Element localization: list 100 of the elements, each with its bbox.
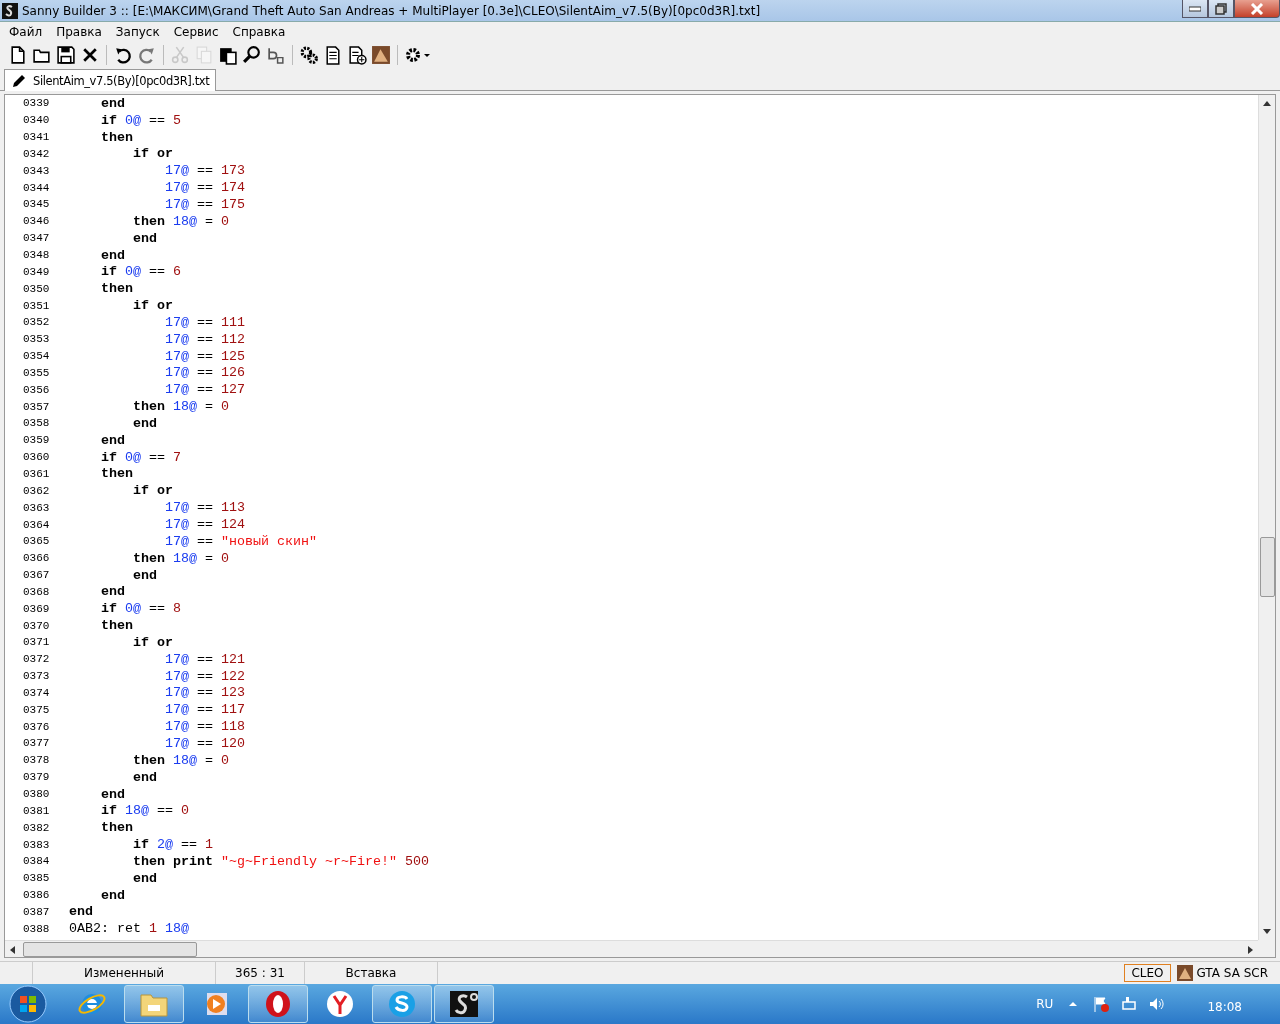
minimize-button[interactable] xyxy=(1182,0,1208,18)
vertical-scrollbar[interactable] xyxy=(1258,95,1275,940)
skype-s-icon xyxy=(387,989,417,1019)
line-number: 0349 xyxy=(22,265,51,278)
line-number: 0378 xyxy=(22,754,51,767)
scroll-thumb[interactable] xyxy=(1260,537,1275,597)
code-line: 17@ == 174 xyxy=(163,180,245,196)
line-number: 0363 xyxy=(22,501,51,514)
app-logo-icon xyxy=(2,2,18,19)
toolbar-button[interactable] xyxy=(218,45,238,65)
line-number: 0388 xyxy=(22,922,51,935)
file-tab[interactable]: SilentAim_v7.5(By)[0pc0d3R].txt xyxy=(4,69,217,91)
restore-button[interactable] xyxy=(1208,0,1234,18)
code-line: if or xyxy=(132,483,173,499)
toolbar-button[interactable] xyxy=(113,45,133,65)
line-number: 0358 xyxy=(22,417,51,430)
code-line: if or xyxy=(132,298,173,314)
line-number: 0360 xyxy=(22,451,51,464)
toolbar-button[interactable] xyxy=(371,45,391,65)
toolbar-button[interactable] xyxy=(242,45,262,65)
code-line: 17@ == 117 xyxy=(163,702,245,718)
code-line: end xyxy=(132,567,157,583)
scroll-down-icon[interactable] xyxy=(1263,929,1271,935)
menu-item[interactable]: Правка xyxy=(49,25,109,39)
start-button[interactable] xyxy=(8,984,48,1024)
code-line: 17@ == 126 xyxy=(163,365,245,381)
code-line: end xyxy=(100,887,125,903)
speaker-icon[interactable] xyxy=(1149,996,1166,1012)
code-line: then 18@ = 0 xyxy=(132,399,229,415)
code-line: then xyxy=(100,820,133,836)
code-line: then 18@ = 0 xyxy=(132,550,229,566)
code-line: 17@ == 175 xyxy=(163,197,245,212)
toolbar-button[interactable] xyxy=(347,45,367,65)
toolbar-button[interactable] xyxy=(404,45,432,65)
target-label: GTA SA SCR xyxy=(1196,966,1268,980)
menu-item[interactable]: Справка xyxy=(225,25,293,39)
clock[interactable]: 18:08 xyxy=(1207,1000,1242,1014)
line-number: 0386 xyxy=(22,889,51,902)
code-line: then xyxy=(100,281,133,297)
toolbar-button[interactable] xyxy=(8,45,28,65)
code-line: end xyxy=(100,95,125,111)
line-number: 0362 xyxy=(22,484,51,497)
search-icon xyxy=(242,45,262,65)
code-line: 17@ == 124 xyxy=(163,517,245,532)
code-line: then xyxy=(100,466,133,482)
code-line: end xyxy=(132,415,157,431)
scroll-thumb[interactable] xyxy=(23,942,197,957)
line-number: 0355 xyxy=(22,366,51,379)
code-line: end xyxy=(132,230,157,246)
horizontal-scrollbar[interactable] xyxy=(5,940,1258,957)
menu-item[interactable]: Сервис xyxy=(166,25,226,39)
y-circle-icon xyxy=(325,989,355,1019)
opera-o-icon xyxy=(263,989,293,1019)
picture-icon xyxy=(371,45,391,65)
line-number: 0372 xyxy=(22,653,51,666)
line-number: 0368 xyxy=(22,585,51,598)
network-icon[interactable] xyxy=(1121,996,1138,1012)
code-line: end xyxy=(100,247,125,263)
line-number: 0375 xyxy=(22,703,51,716)
line-number: 0374 xyxy=(22,686,51,699)
line-number: 0346 xyxy=(22,215,51,228)
minimize-icon xyxy=(1189,5,1201,12)
line-number: 0341 xyxy=(22,131,51,144)
code-line: end xyxy=(100,584,125,600)
line-number: 0359 xyxy=(22,434,51,447)
code-line: if 0@ == 6 xyxy=(100,264,181,280)
line-number: 0353 xyxy=(22,333,51,346)
new-file-icon xyxy=(8,45,28,65)
code-line: if 0@ == 8 xyxy=(100,601,181,617)
undo-icon xyxy=(113,45,133,65)
toolbar-button[interactable] xyxy=(56,45,76,65)
code-line: 17@ == 111 xyxy=(163,314,245,330)
paste-icon xyxy=(218,45,238,65)
code-line: 17@ == 112 xyxy=(163,331,245,347)
code-line: 17@ == 125 xyxy=(163,348,245,364)
line-number: 0387 xyxy=(22,905,51,918)
document-plus-icon xyxy=(347,45,367,65)
code-line: end xyxy=(69,904,93,920)
scroll-right-icon[interactable] xyxy=(1248,946,1254,954)
code-line: 17@ == 127 xyxy=(163,382,245,398)
line-number: 0369 xyxy=(22,602,51,615)
app-logo-icon xyxy=(449,989,479,1019)
gears-icon xyxy=(299,45,319,65)
toolbar-button[interactable] xyxy=(299,45,319,65)
menu-item[interactable]: Файл xyxy=(2,25,50,39)
code-line: if 0@ == 5 xyxy=(100,112,181,128)
close-button[interactable] xyxy=(1234,0,1280,18)
flag-icon[interactable] xyxy=(1093,996,1110,1012)
taskbar-button[interactable] xyxy=(434,985,494,1023)
line-number: 0357 xyxy=(22,400,51,413)
code-line: 17@ == "новый скин" xyxy=(163,533,317,549)
pencil-icon xyxy=(11,72,27,89)
menu-item[interactable]: Запуск xyxy=(108,25,167,39)
line-number: 0366 xyxy=(22,552,51,565)
scroll-left-icon[interactable] xyxy=(9,946,15,954)
scissors-icon xyxy=(170,45,190,65)
save-icon xyxy=(56,45,76,65)
scroll-up-icon[interactable] xyxy=(1263,100,1271,106)
toolbar-button[interactable] xyxy=(323,45,343,65)
line-number: 0354 xyxy=(22,350,51,363)
